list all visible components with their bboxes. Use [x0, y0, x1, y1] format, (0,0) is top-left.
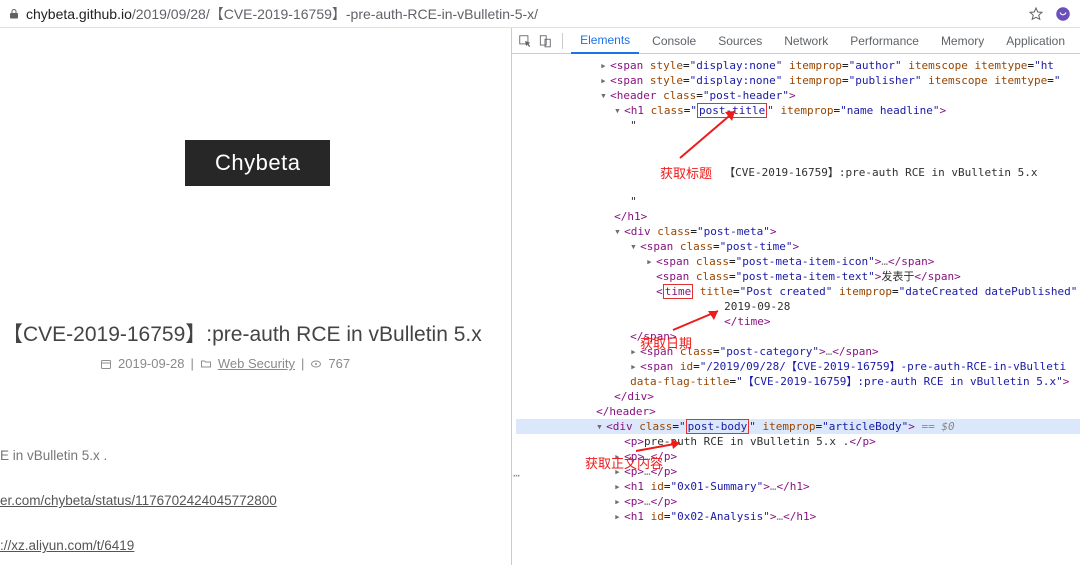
bookmark-star-icon[interactable] — [1028, 6, 1044, 22]
tab-network[interactable]: Network — [775, 28, 837, 54]
gutter-overflow-icon[interactable]: ⋯ — [512, 468, 522, 483]
device-toggle-icon[interactable] — [538, 34, 552, 48]
dom-node[interactable]: ▾<header class="post-header"> — [516, 88, 1080, 103]
tab-sources[interactable]: Sources — [709, 28, 771, 54]
dom-node[interactable]: ▸<span class="post-category">…</span> — [516, 344, 1080, 359]
address-bar[interactable]: chybeta.github.io/2019/09/28/【CVE-2019-1… — [0, 0, 1080, 28]
post-body-link-2[interactable]: ://xz.aliyun.com/t/6419 — [0, 538, 134, 553]
dom-node[interactable]: ▸<span style="display:none" itemprop="au… — [516, 58, 1080, 73]
dom-node[interactable]: </span> — [516, 329, 1080, 344]
site-logo[interactable]: Chybeta — [185, 140, 330, 186]
devtools-tabstrip: Elements Console Sources Network Perform… — [512, 28, 1080, 54]
post-date: 2019-09-28 — [118, 356, 185, 371]
dom-node[interactable]: ▸<h1 id="0x01-Summary">…</h1> — [516, 479, 1080, 494]
post-meta: 2019-09-28 | Web Security | 767 — [100, 356, 350, 371]
eye-icon — [310, 358, 322, 370]
folder-icon — [200, 358, 212, 370]
inspect-icon[interactable] — [518, 34, 532, 48]
post-body-fragment: E in vBulletin 5.x . — [0, 448, 107, 463]
dom-node[interactable]: ▾<div class="post-meta"> — [516, 224, 1080, 239]
lock-icon — [8, 8, 20, 20]
dom-node[interactable]: </header> — [516, 404, 1080, 419]
dom-node[interactable]: </div> — [516, 389, 1080, 404]
rendered-page: Chybeta 【CVE-2019-16759】:pre-auth RCE in… — [0, 28, 512, 565]
dom-node[interactable]: <time title="Post created" itemprop="dat… — [516, 284, 1080, 299]
tab-elements[interactable]: Elements — [571, 28, 639, 54]
tab-memory[interactable]: Memory — [932, 28, 993, 54]
dom-text: 【CVE-2019-16759】:pre-auth RCE in vBullet… — [516, 165, 1080, 180]
dom-node[interactable]: ▸<h1 id="0x02-Analysis">…</h1> — [516, 509, 1080, 524]
post-title: 【CVE-2019-16759】:pre-auth RCE in vBullet… — [0, 318, 500, 348]
elements-tree[interactable]: ▸<span style="display:none" itemprop="au… — [512, 54, 1080, 565]
dom-node[interactable]: ▸<span style="display:none" itemprop="pu… — [516, 73, 1080, 88]
dom-text: 2019-09-28 — [516, 299, 1080, 314]
post-body-link-1[interactable]: er.com/chybeta/status/117670242404577280… — [0, 493, 277, 508]
dom-node[interactable]: ▾<span class="post-time"> — [516, 239, 1080, 254]
dom-node[interactable]: ▸<p>…</p> — [516, 449, 1080, 464]
dom-node[interactable]: <span class="post-meta-item-text">发表于</s… — [516, 269, 1080, 284]
dom-text: " — [516, 118, 1080, 133]
tab-performance[interactable]: Performance — [841, 28, 928, 54]
post-category-link[interactable]: Web Security — [218, 356, 295, 371]
tab-console[interactable]: Console — [643, 28, 705, 54]
devtools-panel: Elements Console Sources Network Perform… — [512, 28, 1080, 565]
dom-node[interactable]: </h1> — [516, 209, 1080, 224]
extension-icon[interactable] — [1054, 5, 1072, 23]
url-text[interactable]: chybeta.github.io/2019/09/28/【CVE-2019-1… — [26, 4, 1018, 24]
dom-node[interactable]: <p>pre-auth RCE in vBulletin 5.x .</p> — [516, 434, 1080, 449]
dom-node[interactable]: data-flag-title="【CVE-2019-16759】:pre-au… — [516, 374, 1080, 389]
dom-node-selected[interactable]: ▾<div class="post-body" itemprop="articl… — [516, 419, 1080, 434]
dom-text: " — [516, 194, 1080, 209]
dom-node[interactable]: </time> — [516, 314, 1080, 329]
post-views: 767 — [328, 356, 350, 371]
dom-node[interactable]: ▸<span id="/2019/09/28/【CVE-2019-16759】-… — [516, 359, 1080, 374]
calendar-icon — [100, 358, 112, 370]
dom-node[interactable]: ▾<h1 class="post-title" itemprop="name h… — [516, 103, 1080, 118]
dom-node[interactable]: ▸<p>…</p> — [516, 494, 1080, 509]
dom-node[interactable]: ▸<span class="post-meta-item-icon">…</sp… — [516, 254, 1080, 269]
tab-application[interactable]: Application — [997, 28, 1074, 54]
dom-node[interactable]: ▸<p>…</p> — [516, 464, 1080, 479]
